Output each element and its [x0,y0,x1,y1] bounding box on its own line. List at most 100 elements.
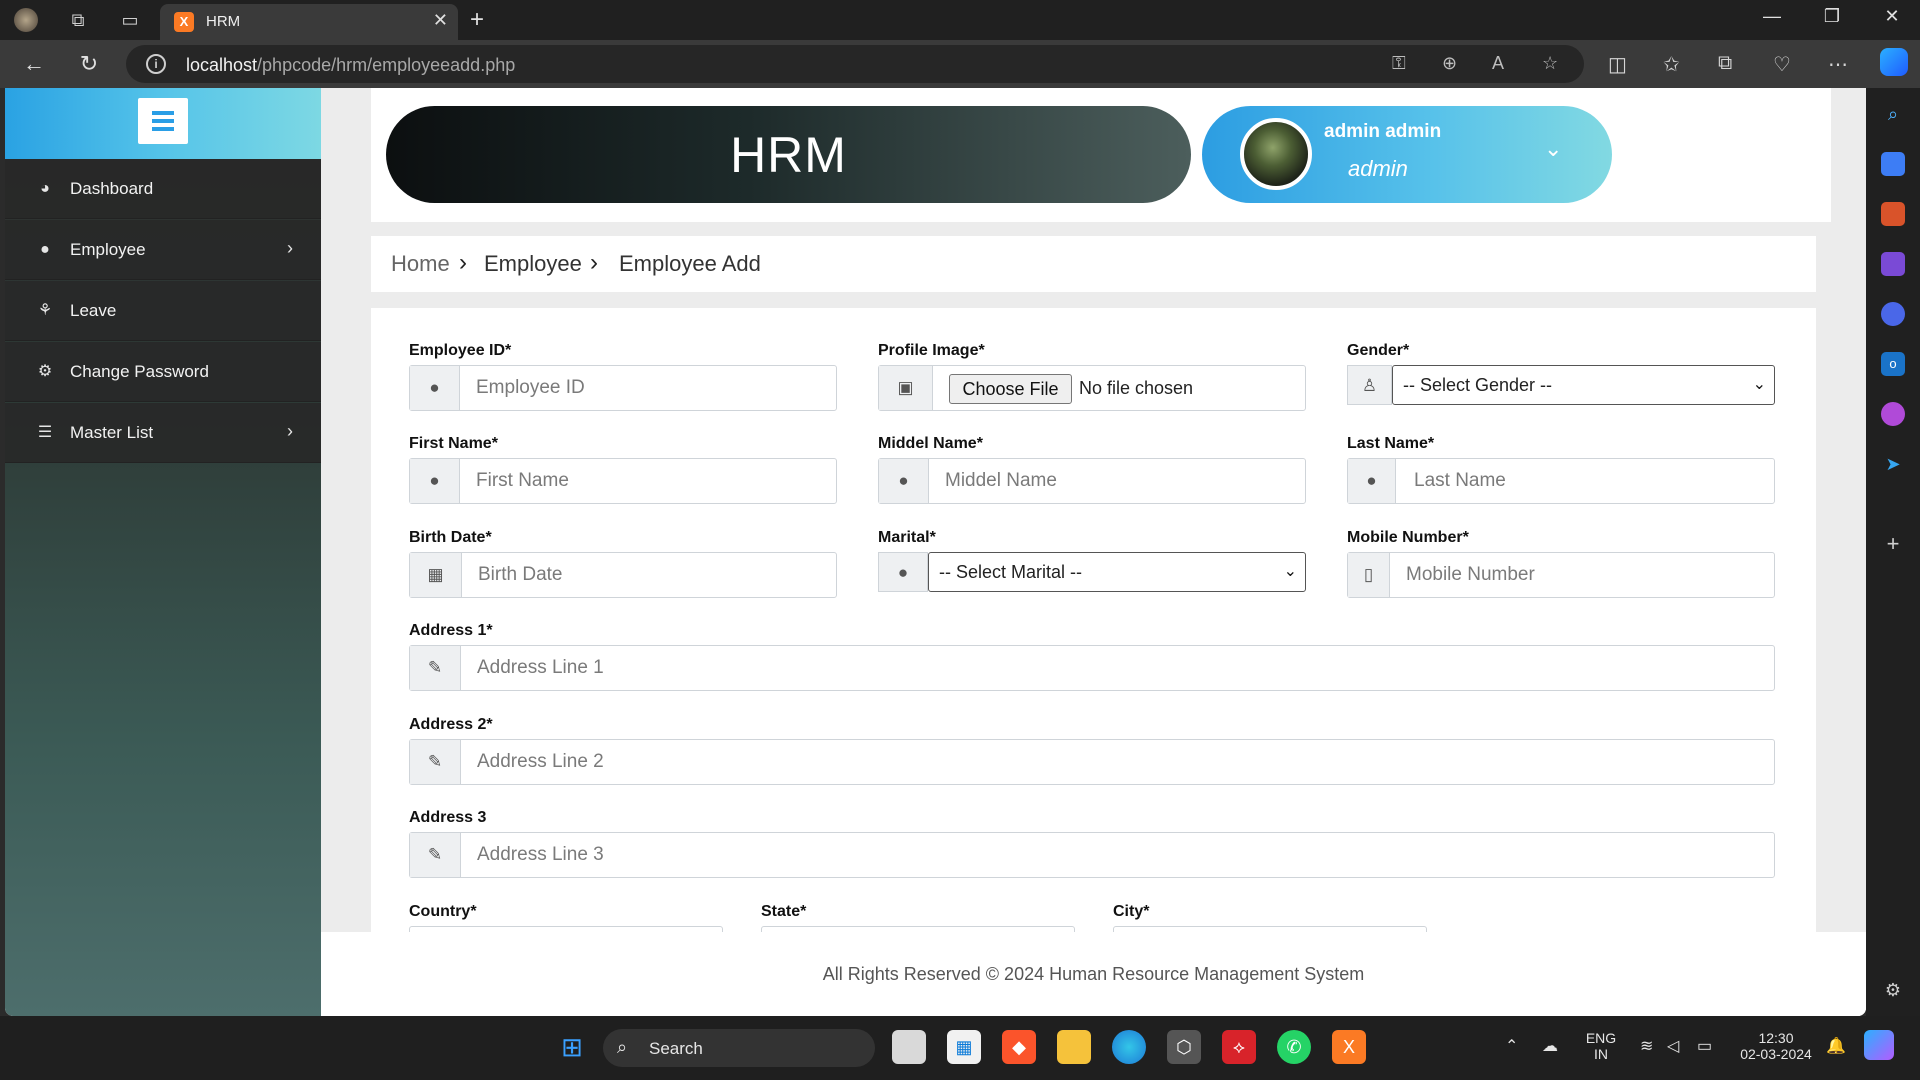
sidebar-settings-icon[interactable]: ⚙ [1881,978,1905,1002]
back-icon[interactable]: ← [20,50,48,78]
header-card: HRM admin admin admin ⌄ [371,88,1831,222]
app-title: HRM [730,127,847,183]
refresh-icon[interactable]: ↻ [75,50,103,78]
copilot-icon[interactable] [1880,48,1908,76]
file-explorer-icon[interactable] [1057,1030,1091,1064]
workspaces-icon[interactable]: ⧉ [66,8,90,32]
choose-file-button[interactable]: Choose File [949,374,1072,404]
employee-id-input[interactable] [476,366,826,410]
brave-browser-icon[interactable]: ◆ [1002,1030,1036,1064]
browser-essentials-icon[interactable]: ♡ [1773,52,1791,77]
sidebar-item-dashboard[interactable]: ◕ Dashboard [5,159,321,219]
split-screen-icon[interactable]: ◫ [1608,52,1627,77]
language-indicator[interactable]: ENG IN [1584,1030,1618,1062]
outlook-icon[interactable]: o [1881,352,1905,376]
pencil-icon: ✎ [410,833,461,877]
browser-tab-bar: ⧉ ▭ X HRM ✕ + — ❐ ✕ [0,0,1920,40]
close-window-icon[interactable]: ✕ [1872,6,1912,27]
app-sidebar: ◕ Dashboard ● Employee › ⚘ Leave ⚙ Chang… [5,88,321,1016]
close-tab-icon[interactable]: ✕ [433,10,448,31]
address1-group: ✎ [409,645,1775,691]
favorites-icon[interactable]: ✩ [1663,52,1680,77]
tools-icon[interactable] [1881,202,1905,226]
shopping-tag-icon[interactable] [1881,152,1905,176]
address2-group: ✎ [409,739,1775,785]
designer-icon[interactable] [1881,402,1905,426]
show-hidden-icons-chevron-up-icon[interactable]: ⌃ [1505,1036,1518,1056]
tab-actions-icon[interactable]: ▭ [118,8,142,32]
taskbar-search[interactable]: ⌕ Search [603,1029,875,1067]
games-icon[interactable] [1881,252,1905,276]
new-tab-icon[interactable]: + [470,6,484,34]
microsoft-store-icon[interactable]: ▦ [947,1030,981,1064]
site-info-icon[interactable]: i [146,54,166,74]
drop-send-icon[interactable]: ➤ [1881,452,1905,476]
employee-id-label: Employee ID* [409,342,512,359]
profile-avatar-icon[interactable] [14,8,38,32]
birth-date-input[interactable] [478,553,828,597]
collections-icon[interactable]: ⧉ [1718,52,1732,75]
sidebar-item-employee[interactable]: ● Employee › [5,220,321,280]
gender-label: Gender* [1347,342,1410,359]
notification-bell-icon[interactable]: 🔔 [1826,1036,1846,1056]
birth-date-label: Birth Date* [409,529,492,546]
volume-icon[interactable]: ◁ [1667,1036,1679,1056]
sidebar-item-master-list[interactable]: ☰ Master List › [5,403,321,463]
search-icon[interactable]: ⌕ [1881,102,1905,126]
clock-time: 12:30 [1758,1030,1794,1046]
more-menu-icon[interactable]: ⋯ [1828,52,1848,77]
address2-label: Address 2* [409,716,493,733]
minimize-icon[interactable]: — [1752,6,1792,27]
chevron-down-icon[interactable]: ⌄ [1544,136,1562,162]
last-name-label: Last Name* [1347,435,1435,452]
browser-tab-hrm[interactable]: X HRM ✕ [160,4,458,40]
gears-icon: ⚙ [37,363,53,380]
zoom-icon[interactable]: ⊕ [1442,53,1457,74]
unity-icon[interactable]: ⬡ [1167,1030,1201,1064]
add-app-icon[interactable]: + [1881,532,1905,556]
edge-sidebar: ⌕ o ➤ + ⚙ [1866,88,1920,1016]
battery-icon[interactable]: ▭ [1697,1036,1712,1056]
address3-label: Address 3 [409,809,487,826]
address1-input[interactable] [477,646,1767,690]
breadcrumb-home[interactable]: Home [391,251,450,277]
address2-input[interactable] [477,740,1767,784]
copilot-app-icon[interactable] [1881,302,1905,326]
onedrive-cloud-icon[interactable]: ☁ [1542,1036,1558,1056]
profile-image-group: ▣ Choose File No file chosen [878,365,1306,411]
wifi-icon[interactable]: ≋ [1640,1036,1653,1056]
sidebar-item-change-password[interactable]: ⚙ Change Password [5,342,321,402]
address3-group: ✎ [409,832,1775,878]
whatsapp-icon[interactable]: ✆ [1277,1030,1311,1064]
marital-select[interactable]: -- Select Marital -- ⌄ [928,552,1306,592]
mobile-number-input[interactable] [1406,553,1766,597]
user-menu[interactable]: admin admin admin ⌄ [1202,106,1612,203]
favorite-star-icon[interactable]: ☆ [1542,53,1558,74]
address-bar[interactable]: i localhost/phpcode/hrm/employeeadd.php … [126,45,1584,83]
last-name-input[interactable] [1414,459,1764,503]
clock[interactable]: 12:30 02-03-2024 [1736,1030,1816,1062]
task-view-icon[interactable] [892,1030,926,1064]
sidebar-item-label: Employee [70,240,146,259]
edge-browser-icon[interactable] [1112,1030,1146,1064]
middle-name-input[interactable] [945,459,1295,503]
sidebar-item-leave[interactable]: ⚘ Leave [5,281,321,341]
gender-select[interactable]: -- Select Gender -- ⌄ [1392,365,1775,405]
windows-start-icon[interactable]: ⊞ [555,1030,589,1064]
taskbar-search-label: Search [649,1039,703,1058]
chevron-right-icon: › [459,249,467,276]
city-label: City* [1113,903,1150,920]
key-icon[interactable]: ⚿ [1392,53,1406,74]
xampp-icon[interactable]: X [1332,1030,1366,1064]
url-text[interactable]: localhost/phpcode/hrm/employeeadd.php [186,55,515,76]
acrobat-icon[interactable]: ⟡ [1222,1030,1256,1064]
calendar-icon: ▦ [410,553,462,597]
read-aloud-icon[interactable]: A [1492,53,1504,74]
address3-input[interactable] [477,833,1767,877]
first-name-input[interactable] [476,459,826,503]
restore-icon[interactable]: ❐ [1812,6,1852,27]
menu-toggle-button[interactable] [138,98,188,144]
copilot-taskbar-icon[interactable] [1864,1030,1894,1060]
search-icon: ⌕ [617,1037,628,1057]
breadcrumb-employee[interactable]: Employee [484,251,582,277]
